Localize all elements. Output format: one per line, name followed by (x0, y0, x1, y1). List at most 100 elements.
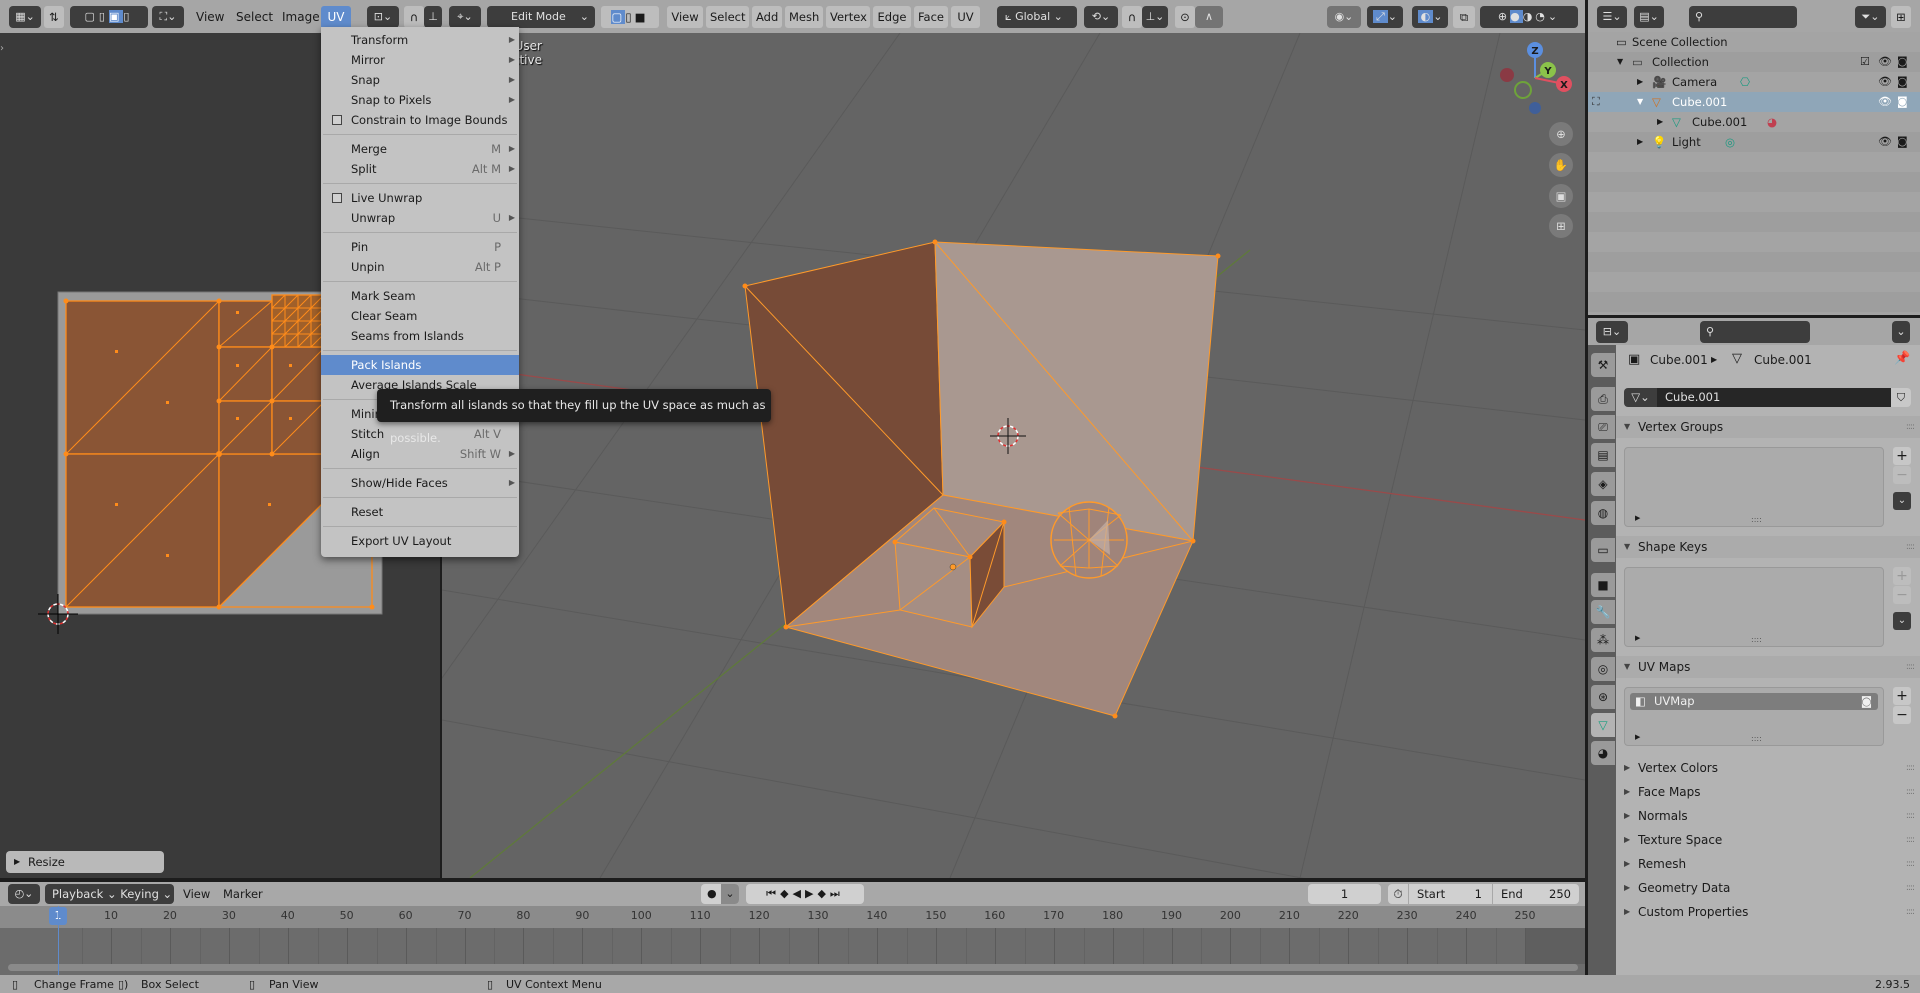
menu-item-merge[interactable]: Merge M ▶ (321, 139, 519, 159)
vp-menu-edge[interactable]: Edge (873, 6, 911, 28)
uv-menu-select[interactable]: Select (236, 6, 273, 28)
toolbar-expand-arrow[interactable]: › (0, 43, 4, 54)
shape-key-specials-button[interactable]: ⌄ (1893, 612, 1911, 630)
visibility-eye-icon[interactable]: 👁 (1878, 92, 1892, 112)
menu-item-pin[interactable]: Pin P (321, 237, 519, 257)
menu-item-pack-islands[interactable]: Pack Islands (321, 355, 519, 375)
vertex-groups-list[interactable]: ▶:::: (1624, 447, 1884, 527)
shape-keys-list[interactable]: ▶:::: (1624, 567, 1884, 647)
transform-orientation-dropdown[interactable]: ⟀ Global ⌄ (997, 6, 1077, 28)
properties-tab-material[interactable]: ◕ (1591, 741, 1615, 765)
drag-handle-icon[interactable]: :::: (1906, 829, 1915, 851)
shading-mode-group[interactable]: ⊕●◑◔⌄ (1480, 6, 1578, 28)
menu-item-transform[interactable]: Transform ▶ (321, 30, 519, 50)
vertex-group-specials-button[interactable]: ⌄ (1893, 492, 1911, 510)
pivot-dropdown[interactable]: ⊡⌄ (367, 6, 399, 28)
menu-item-export-uv-layout[interactable]: Export UV Layout (321, 531, 519, 551)
menu-item-snap[interactable]: Snap ▶ (321, 70, 519, 90)
pin-icon[interactable]: 📌 (1894, 351, 1910, 366)
viewport-editor-type-button[interactable]: ⌖⌄ (449, 6, 481, 28)
drag-handle-icon[interactable]: :::: (1906, 877, 1915, 899)
outliner-editor-type[interactable]: ☰⌄ (1597, 6, 1627, 28)
expanded-arrow-icon[interactable]: ▼ (1637, 92, 1643, 112)
expanded-arrow-icon[interactable]: ▼ (1617, 52, 1623, 72)
timeline-menu-group[interactable]: Playback ⌄ Keying ⌄ (45, 884, 174, 904)
snap-settings[interactable]: ⊥ (424, 6, 442, 28)
xray-toggle[interactable]: ⧉ (1453, 6, 1475, 28)
shape-keys-panel-header[interactable]: ▼ Shape Keys:::: (1616, 536, 1920, 558)
menu-item-constrain-to-image-bounds[interactable]: Constrain to Image Bounds (321, 110, 519, 130)
proportional-falloff-dropdown[interactable]: ∧ (1195, 6, 1223, 28)
outliner-scene-collection[interactable]: ▭ Scene Collection (1588, 32, 1920, 52)
proportional-edit-toggle[interactable]: ⊙ (1175, 6, 1195, 28)
drag-handle-icon[interactable]: :::: (1906, 805, 1915, 827)
outliner-row-camera[interactable]: ▶ 🎥 Camera ⎔ 👁 ◙ (1588, 72, 1920, 92)
visibility-eye-icon[interactable]: 👁 (1878, 52, 1892, 72)
menu-item-reset[interactable]: Reset (321, 502, 519, 522)
vp-menu-uv[interactable]: UV (951, 6, 980, 28)
panel-header-vertex-colors[interactable]: ▶ Vertex Colors:::: (1616, 757, 1920, 779)
transform-pivot-dropdown[interactable]: ⟲⌄ (1084, 6, 1118, 28)
cube-mesh-data-icon[interactable]: ◕ (1767, 112, 1777, 132)
select-mode-group[interactable]: ▢▯■ (601, 6, 659, 28)
zoom-view-button[interactable]: ⊕ (1549, 122, 1573, 146)
sync-selection-toggle[interactable]: ⇅ (44, 6, 64, 28)
viewport-snap-settings[interactable]: ⊥⌄ (1142, 6, 1168, 28)
new-collection-button[interactable]: ⊞ (1891, 6, 1911, 28)
mesh-name-field[interactable]: Cube.001 (1657, 388, 1891, 407)
object-types-visibility[interactable]: ◉⌄ (1327, 6, 1361, 28)
panel-header-normals[interactable]: ▶ Normals:::: (1616, 805, 1920, 827)
active-render-camera-icon[interactable]: ◙ (1861, 693, 1872, 710)
sticky-selection-dropdown[interactable]: ⛶⌄ (152, 6, 184, 28)
menu-item-split[interactable]: Split Alt M ▶ (321, 159, 519, 179)
collapsed-arrow-icon[interactable]: ▶ (1657, 112, 1663, 132)
menu-item-mirror[interactable]: Mirror ▶ (321, 50, 519, 70)
render-camera-icon[interactable]: ◙ (1897, 72, 1908, 92)
properties-tab-render[interactable]: ⎙ (1591, 387, 1615, 411)
keying-menu[interactable]: Keying (120, 887, 159, 901)
uv-editor-type-button[interactable]: ▦⌄ (9, 6, 41, 28)
timeline-menu-marker[interactable]: Marker (223, 887, 263, 901)
remove-uv-map-button[interactable]: − (1893, 706, 1911, 724)
render-camera-icon[interactable]: ◙ (1897, 92, 1908, 112)
playback-controls[interactable]: ⏮◆◀▶◆⏭ (746, 884, 864, 904)
camera-view-button[interactable]: ▣ (1549, 184, 1573, 208)
overlays-toggle[interactable]: ◐ ⌄ (1412, 6, 1448, 28)
properties-tab-collection[interactable]: ▭ (1591, 538, 1615, 562)
exclude-checkbox[interactable]: ☑ (1860, 52, 1870, 72)
menu-item-snap-to-pixels[interactable]: Snap to Pixels ▶ (321, 90, 519, 110)
vp-menu-add[interactable]: Add (752, 6, 782, 28)
panel-header-remesh[interactable]: ▶ Remesh:::: (1616, 853, 1920, 875)
properties-tab-tool[interactable]: ⚒ (1591, 353, 1615, 377)
menu-item-unpin[interactable]: Unpin Alt P (321, 257, 519, 277)
properties-tab-scene[interactable]: ◈ (1591, 472, 1615, 496)
outliner-row-cube-object[interactable]: ▼ ▽ Cube.001 👁 ◙ ⛶ (1588, 92, 1920, 112)
vp-menu-vertex[interactable]: Vertex (826, 6, 870, 28)
ortho-toggle-button[interactable]: ⊞ (1549, 214, 1573, 238)
properties-tab-object[interactable]: ■ (1591, 573, 1615, 597)
end-frame-field[interactable]: End 250 (1493, 884, 1579, 904)
snap-toggle[interactable]: ∩ (404, 6, 424, 28)
edit-mode-icon[interactable]: ⛶ (1592, 92, 1600, 112)
vp-menu-face[interactable]: Face (914, 6, 948, 28)
checkbox-icon[interactable] (332, 115, 342, 125)
uv-select-mode-group[interactable]: ▢▯▣▯ (70, 6, 148, 28)
preview-range-toggle[interactable]: ⏱ (1388, 884, 1408, 904)
mesh-browse-dropdown[interactable]: ▽⌄ (1624, 388, 1657, 407)
playback-menu[interactable]: Playback (52, 887, 103, 901)
outliner-row-cube-mesh[interactable]: ▶ ▽ Cube.001 ◕ (1588, 112, 1920, 132)
uv-menu-uv[interactable]: UV (321, 6, 351, 28)
menu-item-seams-from-islands[interactable]: Seams from Islands (321, 326, 519, 346)
uv-map-item[interactable]: ◧ UVMap ◙ (1630, 693, 1878, 710)
light-data-icon[interactable]: ◎ (1725, 132, 1735, 152)
current-frame-field[interactable]: 1 (1308, 884, 1381, 904)
menu-item-show-hide-faces[interactable]: Show/Hide Faces ▶ (321, 473, 519, 493)
panel-header-texture-space[interactable]: ▶ Texture Space:::: (1616, 829, 1920, 851)
outliner-row-light[interactable]: ▶ 💡 Light ◎ 👁 ◙ (1588, 132, 1920, 152)
gizmos-toggle[interactable]: ⤢ ⌄ (1367, 6, 1403, 28)
collapsed-arrow-icon[interactable]: ▶ (1637, 72, 1643, 92)
collapsed-arrow-icon[interactable]: ▶ (1637, 132, 1643, 152)
properties-options-dropdown[interactable]: ⌄ (1892, 321, 1910, 343)
outliner-row-collection[interactable]: ▼ ▭ Collection ☑ 👁 ◙ (1588, 52, 1920, 72)
visibility-eye-icon[interactable]: 👁 (1878, 72, 1892, 92)
